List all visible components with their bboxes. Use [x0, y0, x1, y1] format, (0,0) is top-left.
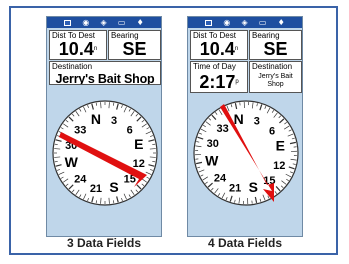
- compass-label: E: [134, 136, 143, 152]
- backlight-icon: ♦: [136, 17, 144, 27]
- compass-label: 30: [207, 138, 219, 150]
- compass-label: 3: [254, 116, 260, 128]
- caption-4-data-fields: 4 Data Fields: [207, 236, 283, 250]
- satellite-icon: ◉: [82, 17, 90, 27]
- compass-label: 21: [90, 183, 102, 195]
- field-value: Jerry's Bait Shop: [55, 72, 155, 85]
- compass-label: 3: [111, 115, 117, 127]
- backlight-icon: ♦: [277, 17, 285, 27]
- status-bar: ◉ ◈ ▭ ♦: [47, 17, 161, 28]
- field-dist-to-dest[interactable]: Dist To Dest 10.4n: [190, 30, 248, 60]
- field-value: 10.4: [58, 39, 94, 59]
- compass-label: 12: [133, 158, 145, 170]
- field-destination[interactable]: Destination Jerry's Bait Shop: [249, 61, 302, 93]
- compass-label: 21: [229, 182, 241, 194]
- compass-label: 24: [74, 174, 87, 186]
- field-bearing[interactable]: Bearing SE: [108, 30, 161, 60]
- compass-label: N: [91, 111, 101, 127]
- status-bar: ◉ ◈ ▭ ♦: [188, 17, 302, 28]
- compass-label: 12: [273, 160, 285, 172]
- compass-rose: N 36E1215S2124W3033: [52, 100, 158, 206]
- unit-label: n: [234, 46, 239, 52]
- caption-3-data-fields: 3 Data Fields: [66, 236, 142, 250]
- compass-label: W: [205, 152, 219, 168]
- compass-label: E: [276, 138, 285, 154]
- unit-label: n: [93, 46, 98, 52]
- gps-screen-4-fields: ◉ ◈ ▭ ♦ Dist To Dest 10.4n Bearing SE Ti…: [187, 16, 303, 237]
- compass-label: N: [234, 111, 244, 127]
- compass-label: 24: [214, 172, 227, 184]
- gps-icon: ◈: [100, 17, 107, 27]
- field-value: SE: [122, 39, 147, 59]
- gps-screen-3-fields: ◉ ◈ ▭ ♦ Dist To Dest 10.4n Bearing SE De…: [46, 16, 162, 237]
- compass-label: S: [109, 179, 118, 195]
- field-bearing[interactable]: Bearing SE: [249, 30, 302, 60]
- map-icon: ▭: [117, 17, 126, 27]
- field-label: Destination: [52, 62, 93, 71]
- field-value: SE: [263, 39, 288, 59]
- map-icon: ▭: [258, 17, 267, 27]
- compass-label: 33: [216, 123, 228, 135]
- battery-icon: [205, 19, 213, 26]
- field-value: Jerry's Bait Shop: [258, 73, 293, 88]
- battery-icon: [64, 19, 72, 26]
- compass-rose: N 36E1215S2124W3033: [193, 100, 299, 206]
- field-value: 2:17: [199, 72, 236, 92]
- compass-label: S: [249, 179, 258, 195]
- field-dist-to-dest[interactable]: Dist To Dest 10.4n: [49, 30, 107, 60]
- compass-label: 33: [74, 124, 86, 136]
- unit-label: p: [235, 79, 239, 85]
- field-label: Time of Day: [193, 62, 236, 71]
- compass-label: W: [65, 154, 79, 170]
- field-value: 10.4: [199, 39, 235, 59]
- compass-dial: [52, 100, 158, 206]
- compass-label: 6: [127, 124, 133, 136]
- compass-label: 6: [269, 126, 275, 138]
- field-time-of-day[interactable]: Time of Day 2:17p: [190, 61, 248, 93]
- field-label: Destination: [252, 62, 293, 71]
- satellite-icon: ◉: [223, 17, 231, 27]
- gps-icon: ◈: [241, 17, 248, 27]
- field-destination[interactable]: Destination Jerry's Bait Shop: [49, 61, 161, 85]
